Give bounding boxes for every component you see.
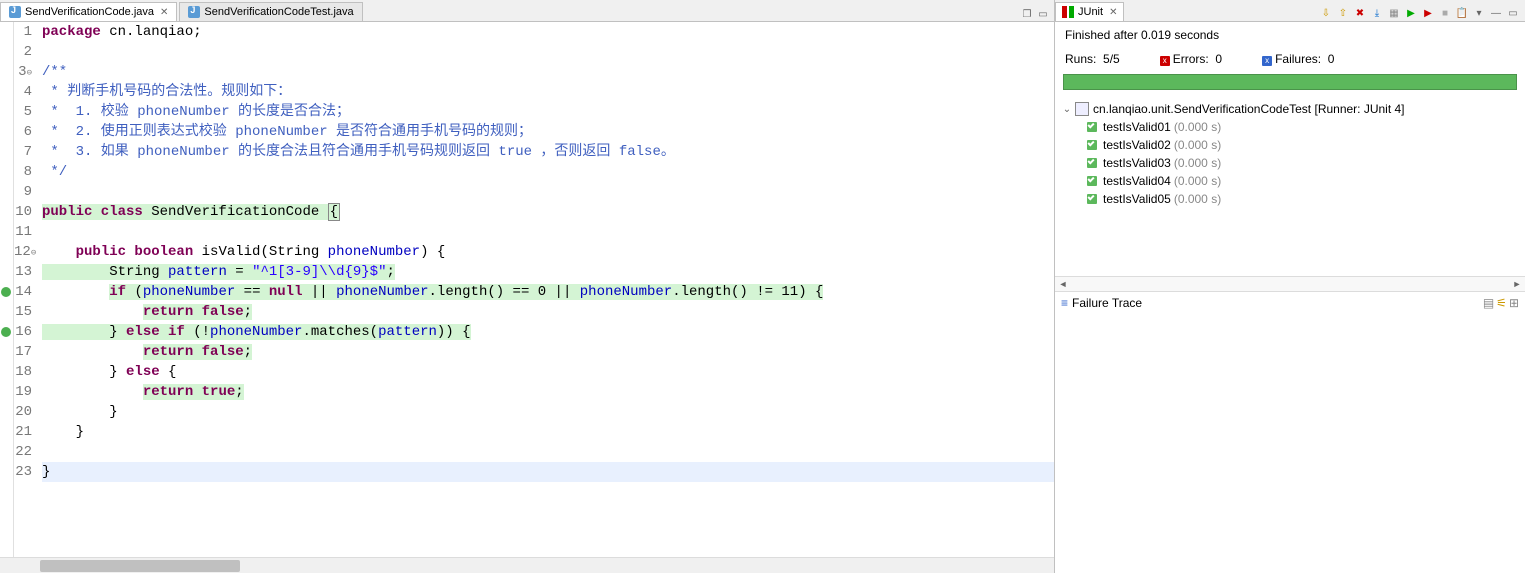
test-pass-icon <box>1085 174 1099 188</box>
maximize-icon[interactable]: ▭ <box>1505 5 1521 21</box>
collapse-icon[interactable]: ⌄ <box>1061 104 1073 115</box>
error-icon: x <box>1160 56 1170 66</box>
tree-scrollbar[interactable]: ◄ ► <box>1055 276 1525 292</box>
line-number-gutter: 123⊖456789101112⊖1314151617181920212223 <box>14 22 40 557</box>
scroll-lock-icon[interactable]: ⤓ <box>1369 5 1385 21</box>
test-pass-icon <box>1085 120 1099 134</box>
runs-counter: Runs: 5/5 <box>1065 52 1120 66</box>
test-node[interactable]: testIsValid03(0.000 s) <box>1057 154 1523 172</box>
tab-label: SendVerificationCodeTest.java <box>204 6 353 18</box>
failure-trace-body <box>1055 315 1525 573</box>
stop-icon[interactable]: ■ <box>1437 5 1453 21</box>
history-icon[interactable]: 📋 <box>1454 5 1470 21</box>
test-time: (0.000 s) <box>1174 156 1221 170</box>
tab-label: SendVerificationCode.java <box>25 6 154 18</box>
test-pass-icon <box>1085 156 1099 170</box>
test-name: testIsValid05 <box>1103 192 1171 206</box>
junit-tab-bar: JUnit ✕ ⇩ ⇧ ✖ ⤓ ▦ ▶ ▶ ■ 📋 ▾ — ▭ <box>1055 0 1525 22</box>
test-name: testIsValid01 <box>1103 120 1171 134</box>
editor-tab-bar: SendVerificationCode.java✕SendVerificati… <box>0 0 1054 22</box>
test-pass-icon <box>1085 138 1099 152</box>
code-editor[interactable]: 123⊖456789101112⊖1314151617181920212223 … <box>0 22 1054 557</box>
test-node[interactable]: testIsValid01(0.000 s) <box>1057 118 1523 136</box>
failure-trace-label: Failure Trace <box>1072 296 1142 310</box>
java-file-icon <box>188 6 200 18</box>
minimize-icon[interactable]: — <box>1488 5 1504 21</box>
test-node[interactable]: testIsValid04(0.000 s) <box>1057 172 1523 190</box>
test-name: testIsValid02 <box>1103 138 1171 152</box>
junit-toolbar: ⇩ ⇧ ✖ ⤓ ▦ ▶ ▶ ■ 📋 ▾ — ▭ <box>1318 5 1525 21</box>
close-icon[interactable]: ✕ <box>160 7 168 18</box>
junit-status: Finished after 0.019 seconds <box>1055 22 1525 48</box>
failures-counter: xFailures: 0 <box>1262 52 1334 66</box>
junit-panel: JUnit ✕ ⇩ ⇧ ✖ ⤓ ▦ ▶ ▶ ■ 📋 ▾ — ▭ Finished… <box>1055 0 1525 573</box>
view-menu-icon[interactable]: ▾ <box>1471 5 1487 21</box>
test-time: (0.000 s) <box>1174 192 1221 206</box>
scrollbar-thumb[interactable] <box>40 560 240 572</box>
test-node[interactable]: testIsValid05(0.000 s) <box>1057 190 1523 208</box>
junit-counters: Runs: 5/5 xErrors: 0 xFailures: 0 <box>1055 48 1525 74</box>
java-file-icon <box>9 6 21 18</box>
junit-tab[interactable]: JUnit ✕ <box>1055 2 1124 21</box>
rerun-icon[interactable]: ▶ <box>1403 5 1419 21</box>
scroll-right-icon[interactable]: ► <box>1509 279 1525 289</box>
rerun-failed-icon[interactable]: ▶ <box>1420 5 1436 21</box>
filter-icon[interactable]: ⚟ <box>1496 296 1507 310</box>
prev-failure-icon[interactable]: ⇩ <box>1318 5 1334 21</box>
compare-icon[interactable]: ▤ <box>1483 296 1494 310</box>
test-name: testIsValid03 <box>1103 156 1171 170</box>
test-name: testIsValid04 <box>1103 174 1171 188</box>
test-node[interactable]: testIsValid02(0.000 s) <box>1057 136 1523 154</box>
test-time: (0.000 s) <box>1174 174 1221 188</box>
test-pass-icon <box>1085 192 1099 206</box>
stack-icon: ≡ <box>1061 296 1068 310</box>
code-area[interactable]: package cn.lanqiao; /** * 判断手机号码的合法性。规则如… <box>40 22 1054 557</box>
editor-tab[interactable]: SendVerificationCodeTest.java <box>179 2 362 21</box>
junit-icon <box>1062 6 1074 18</box>
test-suite-node[interactable]: ⌄ cn.lanqiao.unit.SendVerificationCodeTe… <box>1057 100 1523 118</box>
editor-ruler <box>0 22 14 557</box>
editor-panel: SendVerificationCode.java✕SendVerificati… <box>0 0 1055 573</box>
scroll-left-icon[interactable]: ◄ <box>1055 279 1071 289</box>
restore-icon[interactable]: ❐ <box>1020 7 1034 21</box>
rerun-test-icon[interactable]: ▦ <box>1386 5 1402 21</box>
failure-trace-header: ≡ Failure Trace ▤ ⚟ ⊞ <box>1055 292 1525 315</box>
show-failures-icon[interactable]: ✖ <box>1352 5 1368 21</box>
maximize-icon[interactable]: ▭ <box>1036 7 1050 21</box>
failure-icon: x <box>1262 56 1272 66</box>
test-time: (0.000 s) <box>1174 138 1221 152</box>
test-tree[interactable]: ⌄ cn.lanqiao.unit.SendVerificationCodeTe… <box>1055 96 1525 276</box>
test-time: (0.000 s) <box>1174 120 1221 134</box>
editor-tab[interactable]: SendVerificationCode.java ✕ <box>0 2 177 21</box>
horizontal-scrollbar[interactable] <box>0 557 1054 573</box>
editor-tab-toolbar: ❐ ▭ <box>1020 7 1050 21</box>
runner-icon <box>1075 102 1089 116</box>
progress-bar <box>1063 74 1517 90</box>
next-failure-icon[interactable]: ⇧ <box>1335 5 1351 21</box>
frame-icon[interactable]: ⊞ <box>1509 296 1519 310</box>
suite-label: cn.lanqiao.unit.SendVerificationCodeTest… <box>1093 102 1405 116</box>
junit-tab-label: JUnit <box>1078 6 1103 18</box>
errors-counter: xErrors: 0 <box>1160 52 1222 66</box>
failure-trace-panel: ≡ Failure Trace ▤ ⚟ ⊞ <box>1055 292 1525 573</box>
close-icon[interactable]: ✕ <box>1109 7 1117 18</box>
